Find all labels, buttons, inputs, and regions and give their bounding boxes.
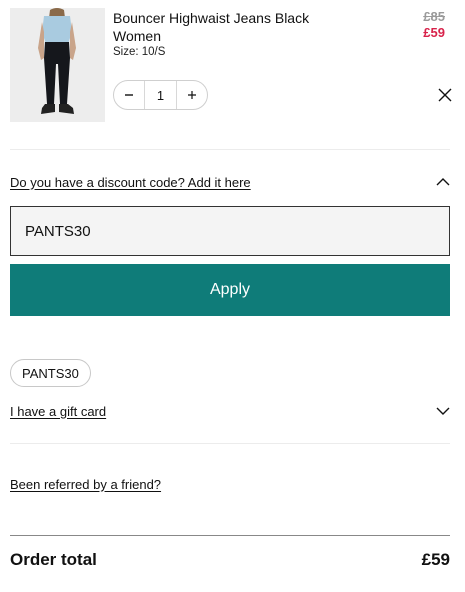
- product-name[interactable]: Bouncer Highwaist Jeans Black Women: [113, 9, 343, 45]
- apply-button[interactable]: Apply: [10, 264, 450, 316]
- close-icon[interactable]: [437, 87, 453, 103]
- gift-card-link[interactable]: I have a gift card: [10, 404, 106, 419]
- minus-icon: [125, 94, 134, 96]
- chevron-down-icon[interactable]: [436, 406, 450, 416]
- referral-row[interactable]: Been referred by a friend?: [10, 474, 450, 494]
- order-total-label: Order total: [10, 550, 97, 569]
- product-photo-icon: [10, 8, 105, 122]
- referral-link[interactable]: Been referred by a friend?: [10, 477, 161, 492]
- plus-icon: [187, 91, 196, 99]
- applied-code-chip[interactable]: PANTS30: [10, 359, 91, 387]
- discount-toggle-row[interactable]: Do you have a discount code? Add it here: [10, 172, 450, 192]
- total-divider: [10, 535, 450, 536]
- product-size: Size: 10/S: [113, 46, 166, 58]
- decrease-quantity-button[interactable]: [114, 81, 144, 109]
- order-total-value: £59: [421, 550, 450, 569]
- original-price: £85: [423, 9, 445, 24]
- chevron-up-icon[interactable]: [436, 177, 450, 187]
- sale-price: £59: [423, 25, 445, 40]
- discount-code-input[interactable]: [10, 206, 450, 256]
- discount-code-link[interactable]: Do you have a discount code? Add it here: [10, 175, 251, 190]
- gift-card-toggle-row[interactable]: I have a gift card: [10, 401, 450, 421]
- divider: [10, 149, 450, 150]
- quantity-value[interactable]: 1: [144, 81, 177, 109]
- cart-item: Bouncer Highwaist Jeans Black Women Size…: [10, 8, 455, 126]
- product-image[interactable]: [10, 8, 105, 122]
- increase-quantity-button[interactable]: [177, 81, 207, 109]
- divider: [10, 443, 450, 444]
- quantity-stepper: 1: [113, 80, 208, 110]
